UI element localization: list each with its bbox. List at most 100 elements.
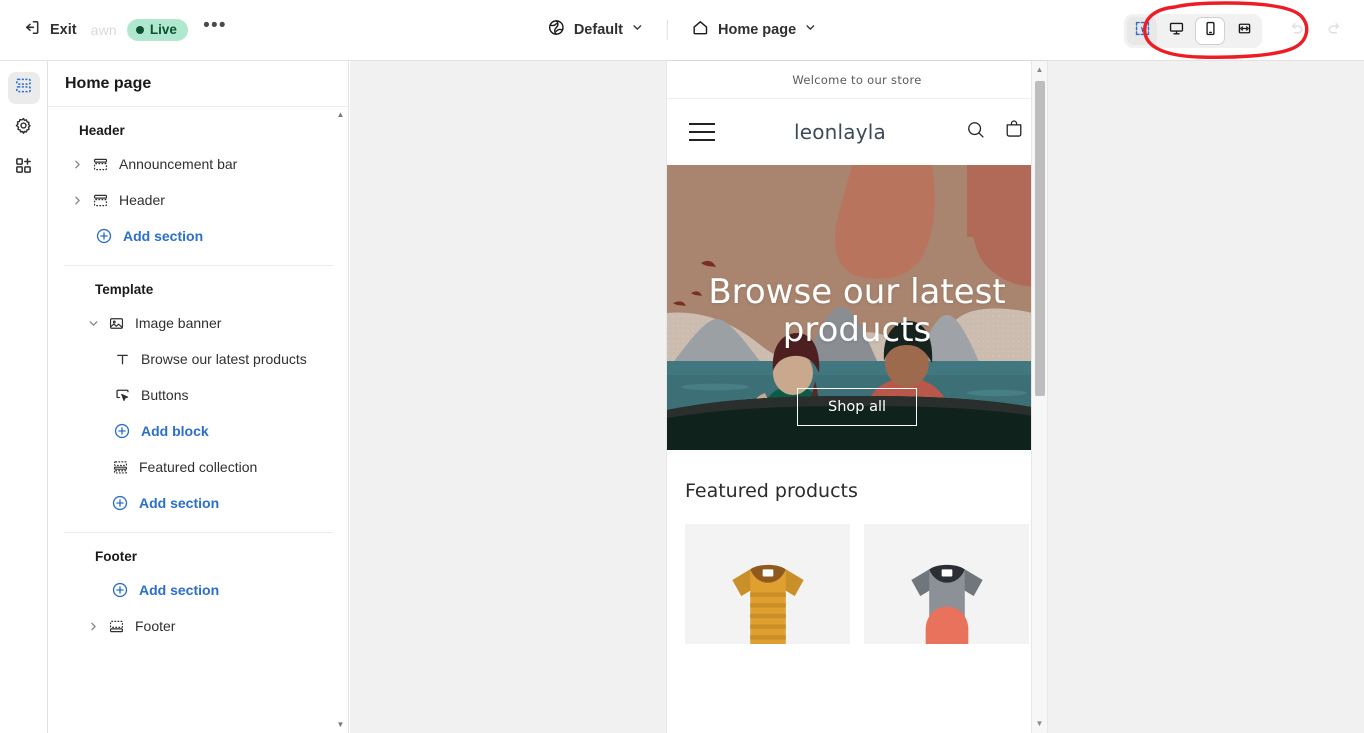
add-section-button-template[interactable]: Add section xyxy=(70,486,326,520)
rail-item-settings[interactable] xyxy=(8,112,40,144)
exit-label: Exit xyxy=(50,22,77,38)
sidebar-block-buttons[interactable]: Buttons xyxy=(70,378,326,412)
device-toolbar xyxy=(1124,14,1262,48)
footer-icon xyxy=(106,616,126,636)
sidebar-scrollbar[interactable]: ▲ ▼ xyxy=(333,107,348,733)
full-width-view-button[interactable] xyxy=(1229,17,1259,45)
sidebar-item-label: Header xyxy=(119,192,165,208)
sidebar-item-announcement-bar[interactable]: Announcement bar xyxy=(54,147,340,181)
chevron-right-icon[interactable] xyxy=(84,617,102,635)
featured-products-section: Featured products xyxy=(667,450,1047,644)
sidebar-item-featured-collection[interactable]: Featured collection xyxy=(70,450,326,484)
chevron-down-icon[interactable] xyxy=(84,314,102,332)
undo-icon xyxy=(1287,19,1306,43)
add-block-button[interactable]: Add block xyxy=(70,414,326,448)
mobile-view-button[interactable] xyxy=(1195,17,1225,45)
hamburger-icon[interactable] xyxy=(689,123,715,141)
add-section-label: Add section xyxy=(123,228,203,244)
topbar-right-group xyxy=(1124,0,1350,61)
sidebar-block-heading-text[interactable]: Browse our latest products xyxy=(70,342,326,376)
featured-products-grid xyxy=(685,524,1029,644)
sidebar-item-image-banner[interactable]: Image banner xyxy=(70,306,326,340)
chevron-right-icon[interactable] xyxy=(68,155,86,173)
more-options-button[interactable]: ••• xyxy=(200,15,230,45)
desktop-view-button[interactable] xyxy=(1161,17,1191,45)
live-dot-icon xyxy=(136,26,144,34)
sidebar-item-label: Featured collection xyxy=(139,459,257,475)
rail-item-sections[interactable] xyxy=(8,72,40,104)
sidebar-item-header[interactable]: Header xyxy=(54,183,340,217)
page-selector[interactable]: Home page xyxy=(682,12,826,48)
theme-selector-label: Default xyxy=(574,22,623,38)
chevron-right-icon[interactable] xyxy=(68,191,86,209)
add-block-label: Add block xyxy=(141,423,209,439)
hero-heading: Browse our latest products xyxy=(667,273,1047,349)
theme-selector[interactable]: Default xyxy=(538,12,653,48)
globe-icon xyxy=(547,18,566,42)
section-icon xyxy=(90,154,110,174)
exit-button[interactable]: Exit xyxy=(14,12,85,48)
preview-scroll-up-arrow-icon[interactable]: ▲ xyxy=(1036,66,1044,74)
product-card-2[interactable] xyxy=(864,524,1029,644)
preview-scrollbar[interactable]: ▲ ▼ xyxy=(1031,61,1047,733)
left-icon-rail xyxy=(0,61,48,733)
sidebar-item-label: Announcement bar xyxy=(119,156,237,172)
more-options-label: ••• xyxy=(203,15,227,37)
topbar-left-group: Exit awn Live ••• xyxy=(0,12,230,48)
sidebar-group-header: Header Announcement bar xyxy=(48,107,348,265)
product-card-1[interactable] xyxy=(685,524,850,644)
preview-store-header: leonlayla xyxy=(667,99,1047,165)
redo-icon xyxy=(1325,19,1344,43)
sidebar-block-label: Buttons xyxy=(141,387,188,403)
add-section-button-footer[interactable]: Add section xyxy=(70,573,326,607)
preview-scrollbar-thumb[interactable] xyxy=(1035,81,1045,396)
sections-sidebar: Home page Header xyxy=(48,61,349,733)
cart-icon[interactable] xyxy=(1003,119,1025,146)
scroll-up-arrow-icon[interactable]: ▲ xyxy=(337,111,345,119)
sidebar-scroll-area: Header Announcement bar xyxy=(48,107,348,733)
redo-button[interactable] xyxy=(1318,15,1350,47)
chevron-down-icon xyxy=(631,21,644,39)
undo-button[interactable] xyxy=(1280,15,1312,47)
exit-icon xyxy=(22,18,41,42)
add-section-label: Add section xyxy=(139,495,219,511)
rail-item-apps[interactable] xyxy=(8,152,40,184)
page-selector-label: Home page xyxy=(718,22,796,38)
hero-image-banner[interactable]: Browse our latest products Shop all xyxy=(667,165,1047,450)
preview-announcement-bar[interactable]: Welcome to our store xyxy=(667,61,1047,99)
preview-scroll-down-arrow-icon[interactable]: ▼ xyxy=(1036,720,1044,728)
chevron-down-icon xyxy=(804,21,817,39)
sidebar-group-template: Template Image banner xyxy=(64,265,334,532)
sections-icon xyxy=(14,76,33,100)
sidebar-item-footer[interactable]: Footer xyxy=(70,609,326,643)
group-label-template: Template xyxy=(64,278,334,306)
sidebar-header: Home page xyxy=(48,61,348,107)
sidebar-item-label: Footer xyxy=(135,618,175,634)
plus-circle-icon xyxy=(110,580,130,600)
gear-icon xyxy=(14,116,33,140)
graphic-tee-image xyxy=(893,548,1001,644)
desktop-icon xyxy=(1168,20,1185,42)
shop-all-button[interactable]: Shop all xyxy=(797,388,917,426)
store-logo[interactable]: leonlayla xyxy=(794,120,886,144)
plus-circle-icon xyxy=(110,493,130,513)
topbar-divider xyxy=(667,20,668,40)
page-title: Home page xyxy=(65,75,151,93)
text-T-icon xyxy=(112,349,132,369)
theme-editor-app: Exit awn Live ••• Default xyxy=(0,0,1364,733)
search-icon[interactable] xyxy=(965,119,987,146)
full-width-icon xyxy=(1236,20,1253,42)
status-badge-label: Live xyxy=(150,22,177,37)
store-preview-frame[interactable]: Welcome to our store leonlayla xyxy=(667,61,1047,733)
plus-circle-icon xyxy=(112,421,132,441)
home-icon xyxy=(691,18,710,42)
topbar-center-group: Default Home page xyxy=(538,12,826,48)
top-bar: Exit awn Live ••• Default xyxy=(0,0,1364,61)
sidebar-item-label: Image banner xyxy=(135,315,221,331)
scroll-down-arrow-icon[interactable]: ▼ xyxy=(337,721,345,729)
hero-heading-line1: Browse our latest xyxy=(667,273,1047,311)
plus-circle-icon xyxy=(94,226,114,246)
inspect-mode-button[interactable] xyxy=(1127,17,1157,45)
add-section-button-header[interactable]: Add section xyxy=(54,219,340,253)
add-section-label: Add section xyxy=(139,582,219,598)
